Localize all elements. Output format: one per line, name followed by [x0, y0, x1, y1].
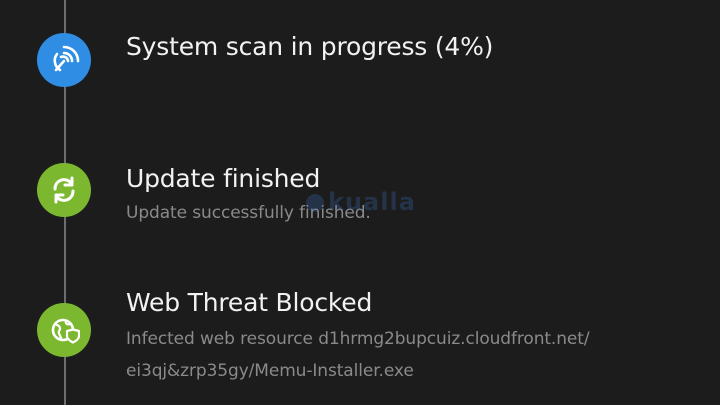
event-title: Web Threat Blocked	[126, 288, 373, 317]
globe-shield-icon	[37, 303, 91, 357]
radar-icon	[37, 33, 91, 87]
event-title: System scan in progress (4%)	[126, 32, 494, 61]
watermark-logo: kualla	[306, 188, 416, 216]
watermark-mark	[306, 194, 324, 212]
watermark-text: kualla	[328, 188, 416, 216]
event-title: Update finished	[126, 164, 321, 193]
event-subtitle-line2: ei3qj&zrp35gy/Memu-Installer.exe	[126, 361, 414, 381]
event-subtitle-line1: Infected web resource d1hrmg2bupcuiz.clo…	[126, 329, 590, 349]
refresh-icon	[37, 163, 91, 217]
timeline-event-web-threat[interactable]: Web Threat Blocked Infected web resource…	[0, 270, 720, 405]
timeline-event-system-scan[interactable]: System scan in progress (4%)	[0, 0, 720, 110]
